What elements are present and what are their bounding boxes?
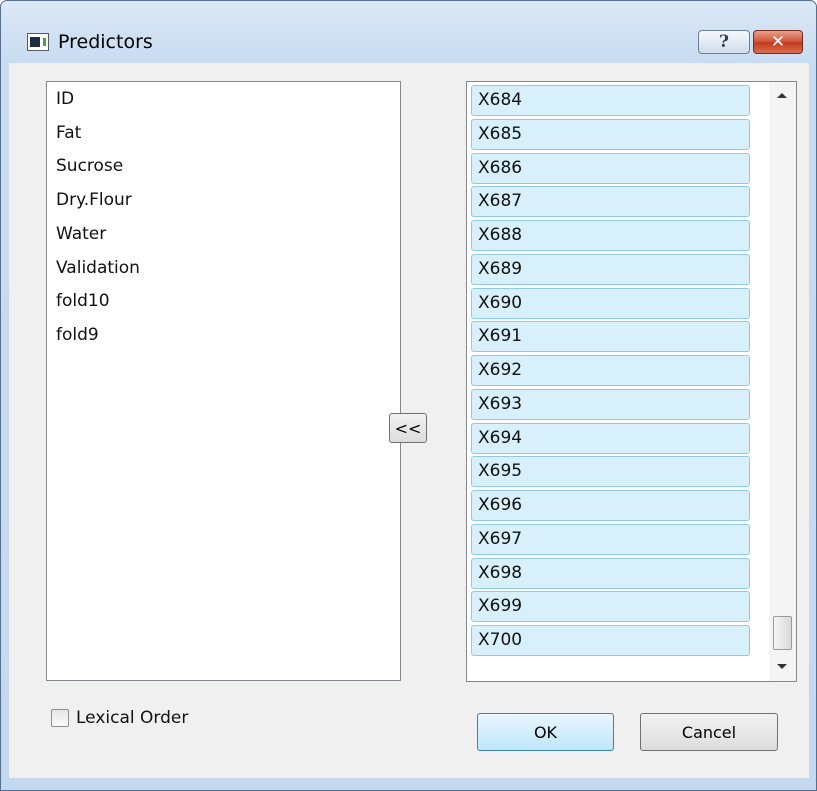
selected-list-item[interactable]: X695 [471,456,750,488]
app-icon [27,33,49,51]
close-button[interactable]: ✕ [753,30,803,54]
help-button[interactable]: ? [698,30,750,54]
ok-button[interactable]: OK [477,713,614,751]
move-left-button[interactable]: << [389,413,427,443]
scroll-thumb[interactable] [773,616,792,650]
vertical-scrollbar[interactable] [769,82,796,681]
selected-list-item[interactable]: X694 [471,422,750,454]
selected-list-item[interactable]: X700 [471,625,750,656]
selected-list-item[interactable]: X684 [471,85,750,116]
selected-list-item[interactable]: X696 [471,490,750,521]
selected-list-item[interactable]: X685 [471,118,750,150]
available-list-item[interactable]: Water [56,219,106,249]
available-list-item[interactable]: ID [56,84,74,114]
selected-list-item[interactable]: X698 [471,557,750,589]
help-icon: ? [719,32,729,52]
available-list-item[interactable]: Sucrose [56,151,123,181]
available-list-item[interactable]: Fat [56,118,81,148]
selected-list-item[interactable]: X688 [471,220,750,251]
selected-list-item[interactable]: X690 [471,287,750,319]
available-predictors-list[interactable]: ID Fat Sucrose Dry.Flour Water Validation fold… [46,81,401,681]
selected-list-item[interactable]: X697 [471,523,750,555]
scroll-up-icon[interactable] [777,93,787,98]
scroll-down-icon[interactable] [777,664,787,669]
title-bar[interactable]: Predictors ? ✕ [1,1,816,63]
available-list-item[interactable]: Validation [56,253,140,283]
available-list-item[interactable]: fold9 [56,320,99,350]
selected-predictors-list[interactable]: X684 X685 X686 X687 X688 X689 X690 X691 X692 X693… [466,81,797,682]
selected-list-item[interactable]: X687 [471,186,750,218]
dialog-body: ID Fat Sucrose Dry.Flour Water Validation fold… [9,63,809,778]
selected-list-item[interactable]: X686 [471,152,750,184]
lexical-order-label: Lexical Order [76,708,189,728]
window-title: Predictors [58,31,153,53]
cancel-button[interactable]: Cancel [640,713,778,751]
available-list-item[interactable]: Dry.Flour [56,185,132,215]
selected-list-item[interactable]: X689 [471,253,750,285]
selected-list-item[interactable]: X699 [471,591,750,623]
close-icon: ✕ [770,32,786,52]
predictors-dialog: Predictors ? ✕ ID Fat Sucrose Dry.Flour Wate… [0,0,817,791]
lexical-order-checkbox[interactable] [51,709,69,727]
selected-list-item[interactable]: X692 [471,355,750,386]
selected-list-item[interactable]: X693 [471,388,750,420]
available-list-item[interactable]: fold10 [56,286,110,316]
selected-list-item[interactable]: X691 [471,321,750,353]
